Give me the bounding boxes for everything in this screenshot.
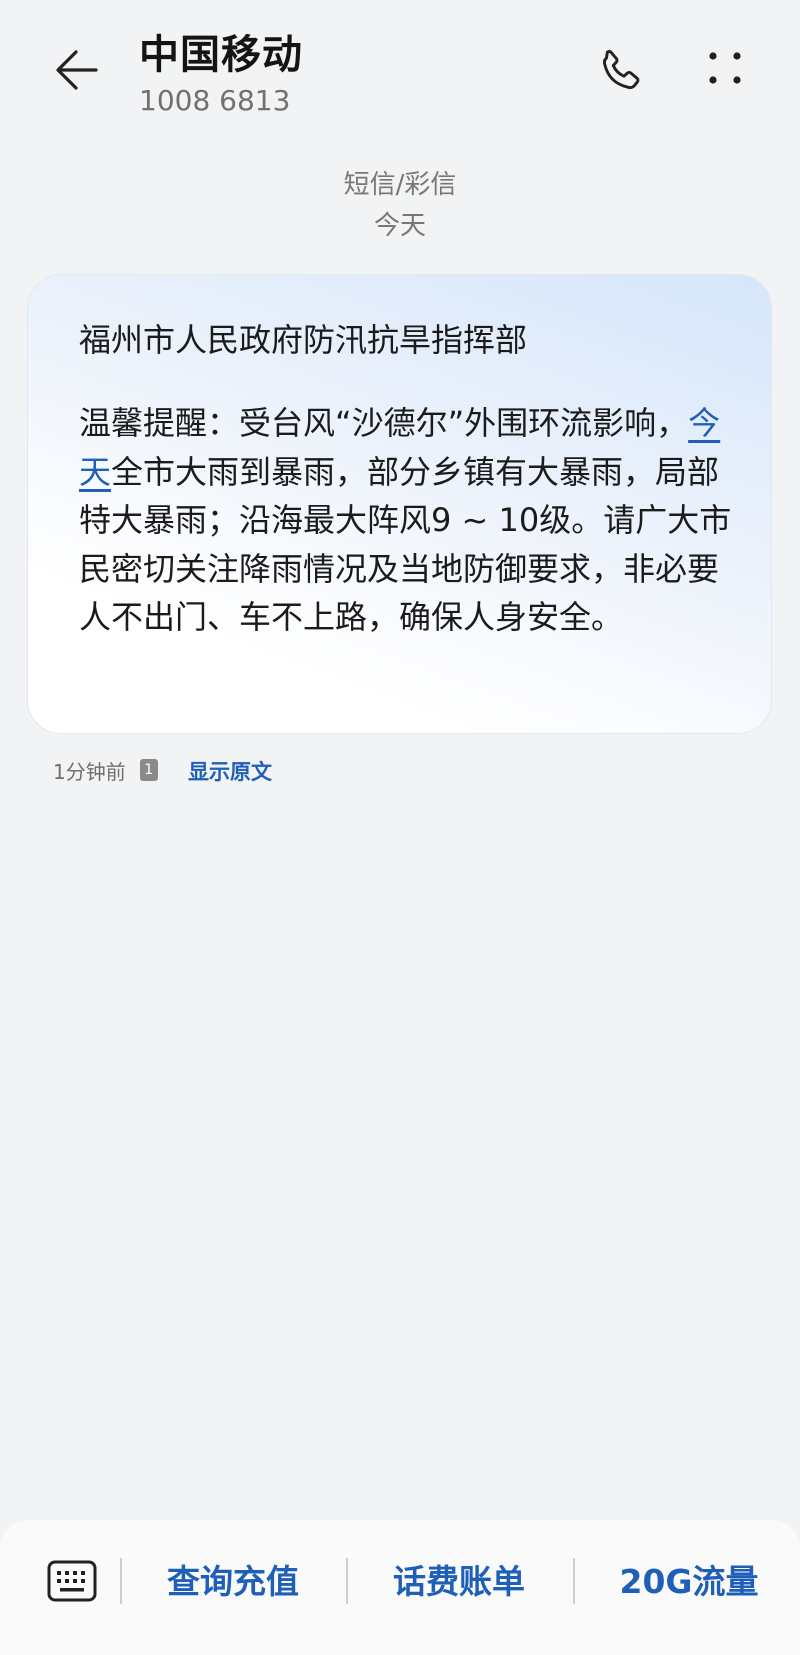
back-arrow-icon [56, 50, 98, 90]
message-text-part1: 温馨提醒：受台风“沙德尔”外围环流影响， [79, 404, 689, 442]
show-original-link[interactable]: 显示原文 [188, 756, 272, 786]
recharge-query-button[interactable]: 查询充值 [142, 1560, 324, 1604]
sim-slot-badge: 1 [139, 759, 158, 781]
contact-number: 1008 6813 [139, 84, 291, 117]
bill-button[interactable]: 话费账单 [368, 1560, 550, 1604]
message-body: 温馨提醒：受台风“沙德尔”外围环流影响，今天全市大雨到暴雨，部分乡镇有大暴雨，局… [79, 399, 739, 642]
divider [346, 1558, 348, 1604]
message-meta: 1分钟前 1 [53, 755, 158, 785]
date-divider: 今天 [373, 211, 426, 241]
divider [573, 1558, 575, 1604]
message-sender-line: 福州市人民政府防汛抗旱指挥部 [79, 321, 528, 359]
message-text-part2: 全市大雨到暴雨，部分乡镇有大暴雨，局部特大暴雨；沿海最大阵风9 ~ 10级。请广… [79, 452, 732, 637]
message-bubble[interactable]: 福州市人民政府防汛抗旱指挥部 温馨提醒：受台风“沙德尔”外围环流影响，今天全市大… [27, 274, 772, 734]
data-plan-button[interactable]: 20G流量 [596, 1560, 782, 1604]
more-options-button[interactable] [700, 44, 750, 100]
divider [120, 1558, 122, 1604]
keyboard-button[interactable] [47, 1560, 97, 1602]
phone-icon [603, 50, 640, 89]
conversation-header: 中国移动 1008 6813 [0, 0, 800, 140]
contact-name: 中国移动 [139, 32, 303, 78]
call-button[interactable] [592, 44, 648, 100]
message-type-label: 短信/彩信 [343, 170, 457, 200]
back-button[interactable] [48, 40, 108, 100]
keyboard-icon [47, 1560, 97, 1602]
quick-action-bar: 查询充值 话费账单 20G流量 [0, 1520, 800, 1655]
message-time: 1分钟前 [53, 759, 126, 784]
more-vertical-icon [709, 52, 741, 84]
